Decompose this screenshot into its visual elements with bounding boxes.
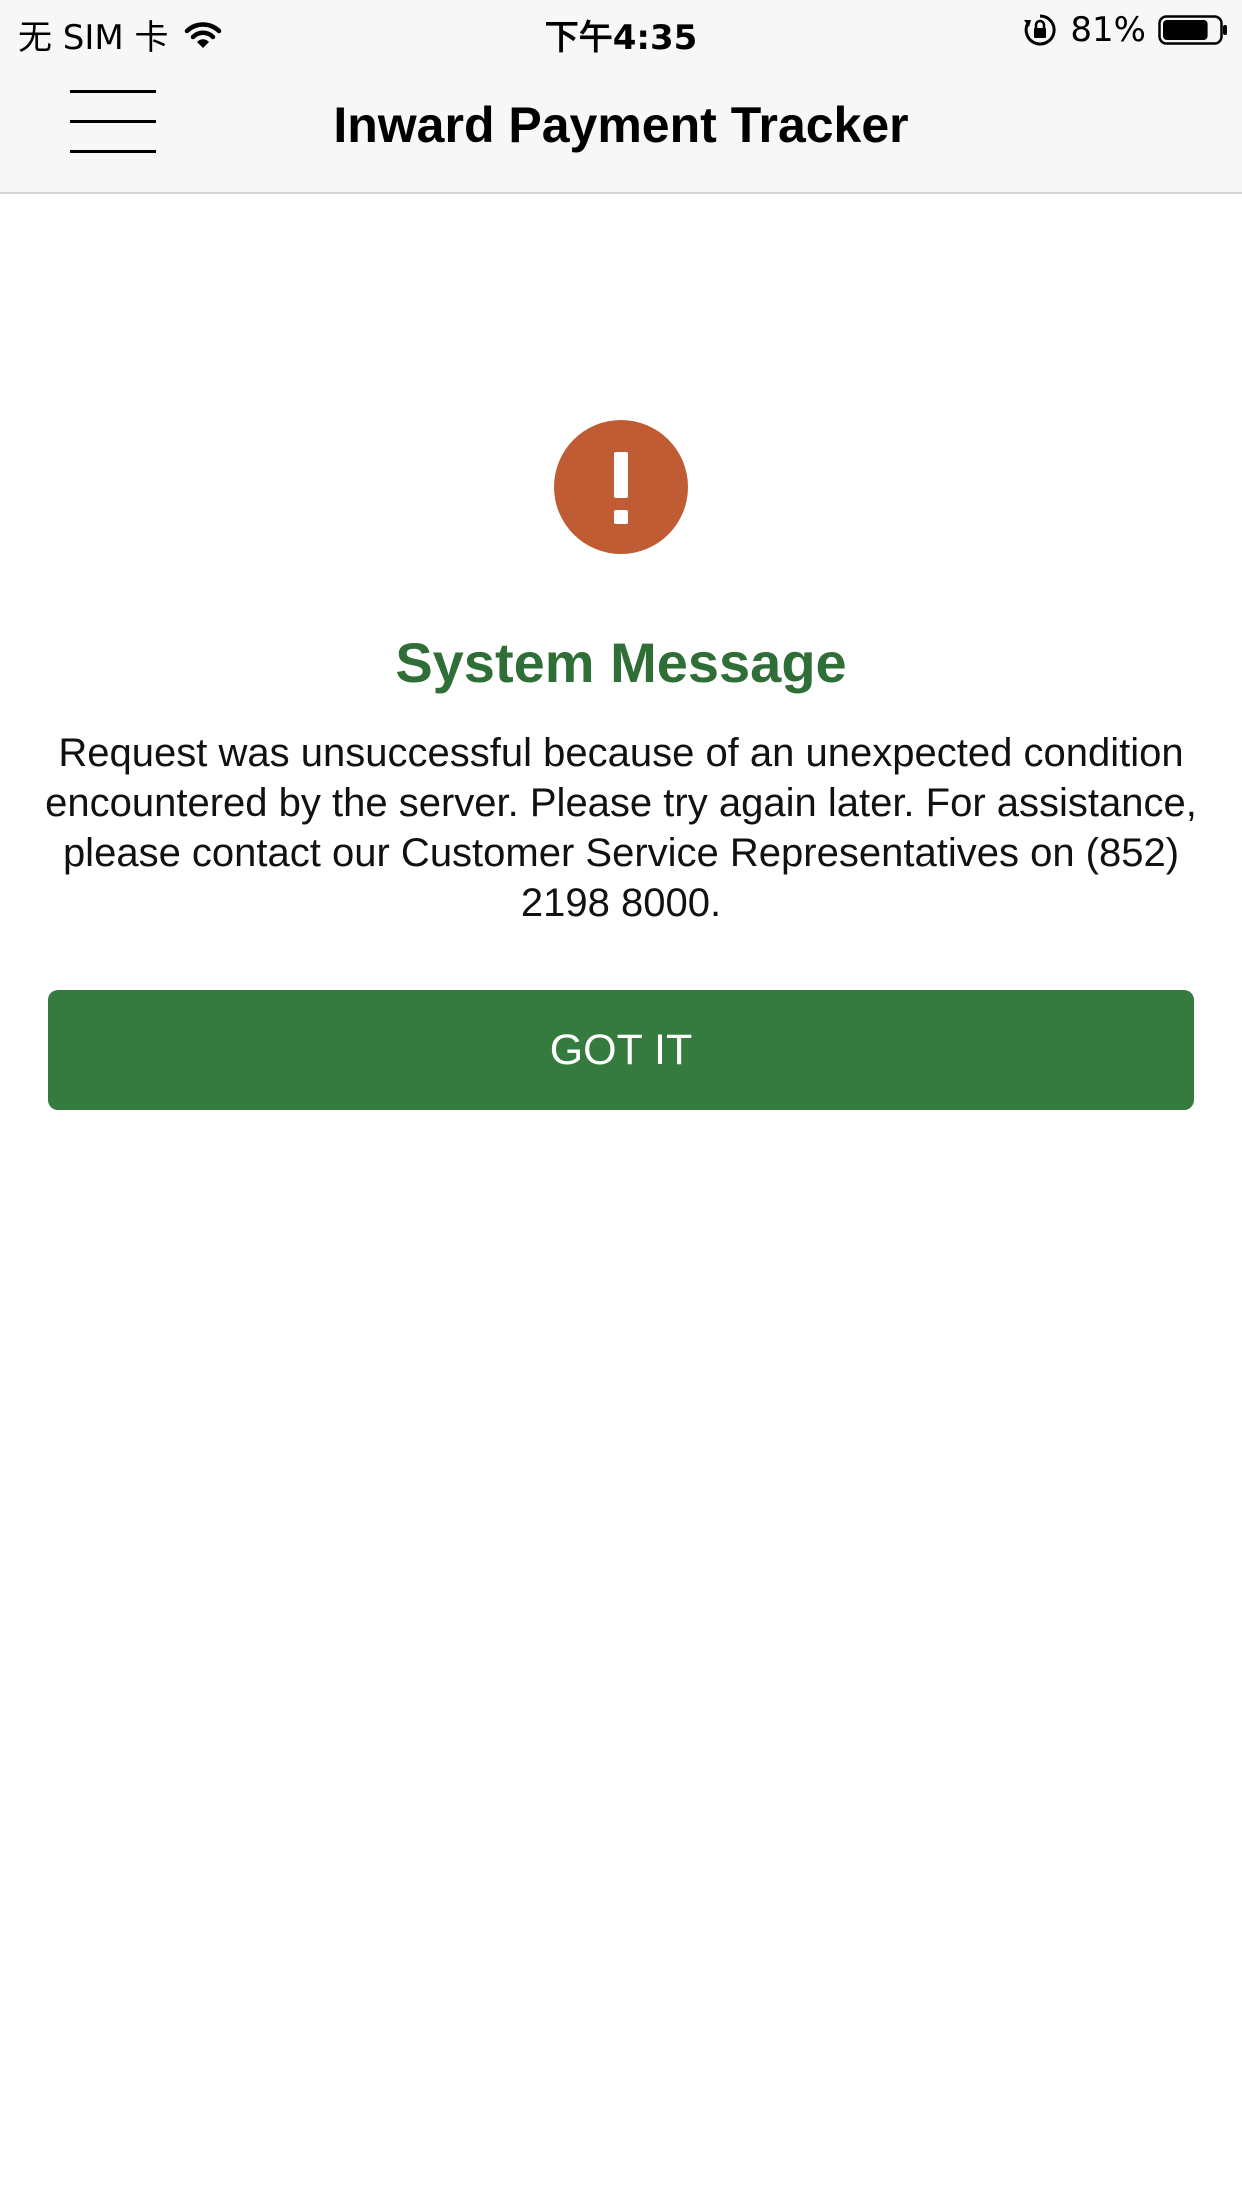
status-right-group: 81% [1022, 10, 1228, 50]
message-title: System Message [395, 631, 847, 694]
navigation-bar: Inward Payment Tracker [0, 62, 1242, 194]
battery-icon [1158, 15, 1227, 45]
exclamation-icon [554, 420, 688, 554]
status-bar: 无 SIM 卡 下午4:35 81% [0, 0, 1242, 62]
got-it-button[interactable]: GOT IT [48, 990, 1194, 1110]
message-body: Request was unsuccessful because of an u… [45, 731, 1197, 925]
page-title: Inward Payment Tracker [333, 97, 909, 153]
battery-percent: 81% [1070, 10, 1146, 50]
rotation-lock-icon [1024, 14, 1057, 46]
